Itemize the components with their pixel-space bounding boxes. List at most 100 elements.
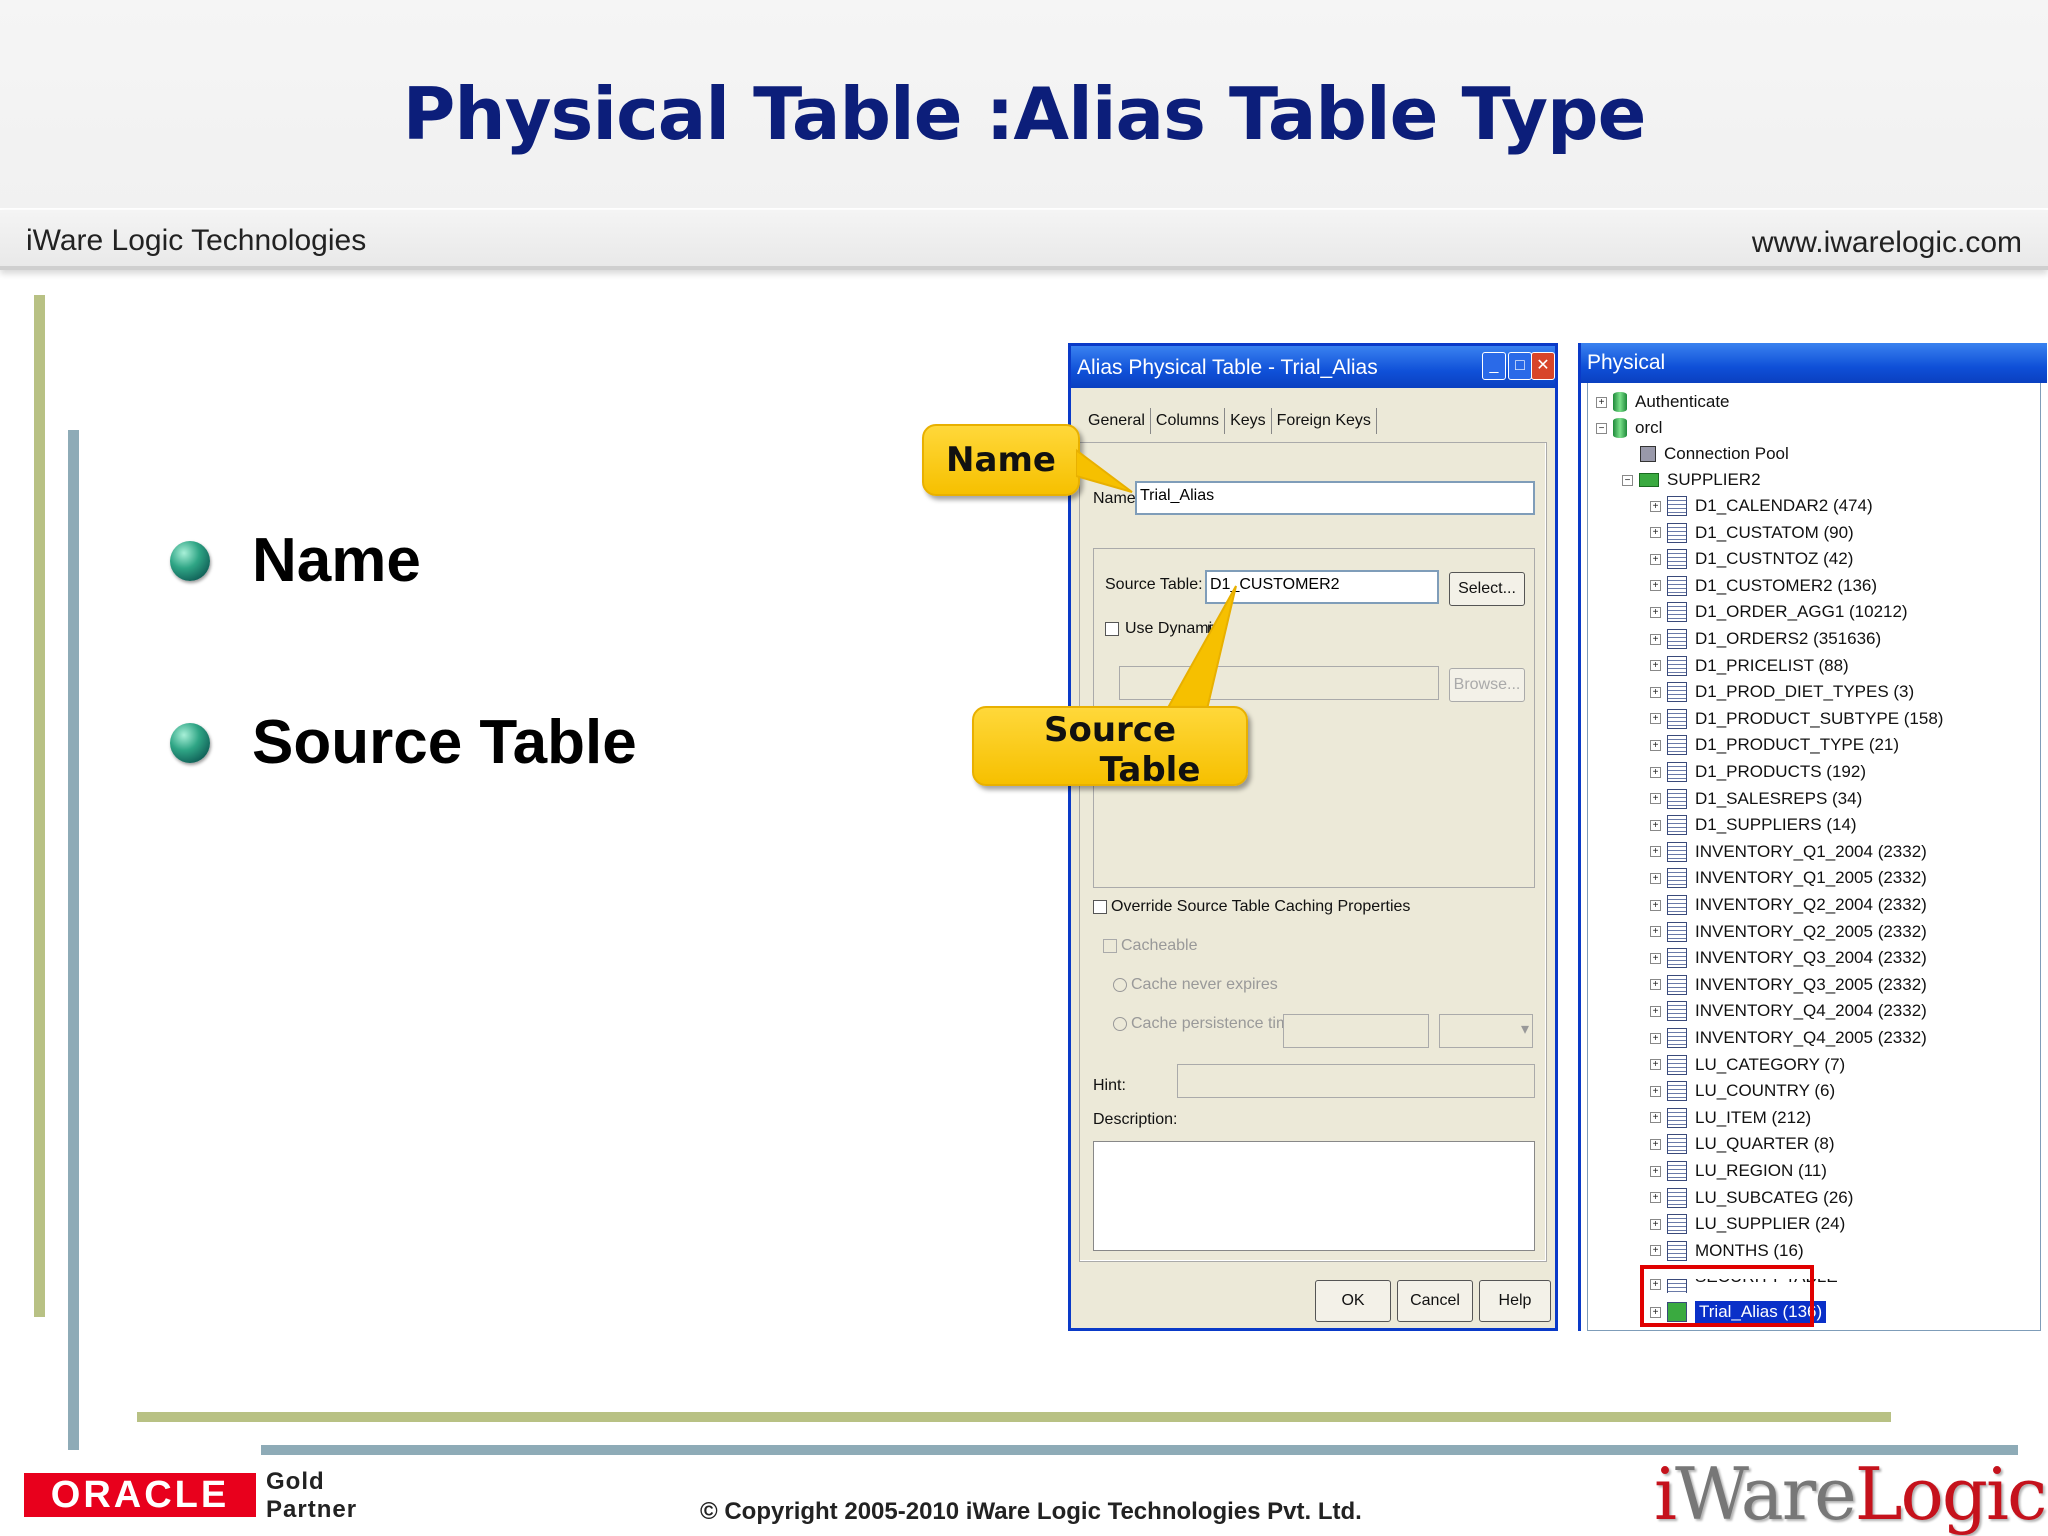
expand-icon[interactable]: + (1650, 793, 1661, 805)
tree-node-table[interactable]: + D1_CUSTOMER2 (136) (1650, 573, 1877, 599)
tree-node-table[interactable]: + D1_SUPPLIERS (14) (1650, 812, 1857, 838)
tree-node-table[interactable]: + INVENTORY_Q4_2004 (2332) (1650, 998, 1927, 1024)
tree-label: D1_CUSTATOM (90) (1695, 522, 1854, 542)
tree-label: orcl (1635, 418, 1663, 437)
tree-node-table[interactable]: + LU_CATEGORY (7) (1650, 1052, 1845, 1078)
tree-node-table[interactable]: + D1_CALENDAR2 (474) (1650, 493, 1873, 519)
tree-view[interactable]: + Authenticate − orcl Connection Pool − … (1587, 383, 2041, 1331)
tree-label: INVENTORY_Q1_2005 (2332) (1695, 868, 1927, 888)
tree-node-table[interactable]: + INVENTORY_Q4_2005 (2332) (1650, 1025, 1927, 1051)
expand-icon[interactable]: + (1650, 1112, 1661, 1124)
description-textarea[interactable] (1093, 1141, 1535, 1251)
tree-node-authenticate[interactable]: + Authenticate (1596, 389, 1730, 415)
tree-node-table[interactable]: + MONTHS (16) (1650, 1238, 1804, 1264)
ok-button[interactable]: OK (1315, 1280, 1391, 1322)
select-button[interactable]: Select... (1449, 572, 1525, 606)
tab-keys[interactable]: Keys (1225, 408, 1272, 434)
expand-icon[interactable]: + (1596, 396, 1607, 408)
tree-node-table[interactable]: + D1_PRICELIST (88) (1650, 653, 1849, 679)
expand-icon[interactable]: + (1650, 606, 1661, 618)
cache-persist-radio (1113, 1017, 1127, 1031)
expand-icon[interactable]: + (1650, 553, 1661, 565)
tab-columns[interactable]: Columns (1151, 408, 1226, 434)
connection-pool-icon (1640, 446, 1656, 462)
tree-node-table[interactable]: + LU_REGION (11) (1650, 1158, 1827, 1184)
expand-icon[interactable]: + (1650, 952, 1661, 964)
tree-node-table[interactable]: + LU_COUNTRY (6) (1650, 1078, 1835, 1104)
expand-icon[interactable]: + (1650, 713, 1661, 725)
expand-icon[interactable]: + (1650, 899, 1661, 911)
table-icon (1667, 496, 1687, 516)
tab-foreign-keys[interactable]: Foreign Keys (1272, 408, 1377, 434)
expand-icon[interactable]: + (1650, 1165, 1661, 1177)
bullet-text: Name (252, 526, 421, 595)
tree-node-table[interactable]: + INVENTORY_Q2_2004 (2332) (1650, 892, 1927, 918)
table-icon (1667, 841, 1687, 862)
source-table-input[interactable]: D1_CUSTOMER2 (1205, 570, 1439, 604)
tree-node-table[interactable]: + D1_CUSTNTOZ (42) (1650, 546, 1853, 572)
tree-node-orcl[interactable]: − orcl (1596, 415, 1662, 441)
tree-node-table[interactable]: + D1_ORDERS2 (351636) (1650, 626, 1881, 652)
expand-icon[interactable]: + (1650, 846, 1661, 858)
override-caching-checkbox[interactable] (1093, 900, 1107, 914)
collapse-icon[interactable]: − (1622, 474, 1633, 486)
tree-node-connection-pool[interactable]: Connection Pool (1640, 441, 1789, 467)
expand-icon[interactable]: + (1650, 686, 1661, 698)
bullet-orb-icon (170, 540, 210, 581)
tab-general[interactable]: General (1083, 408, 1151, 434)
callout-name: Name (922, 424, 1080, 496)
expand-icon[interactable]: + (1650, 1138, 1661, 1150)
expand-icon[interactable]: + (1650, 1192, 1661, 1204)
tree-node-table[interactable]: + D1_PRODUCT_TYPE (21) (1650, 732, 1899, 758)
tree-node-table[interactable]: + D1_PRODUCT_SUBTYPE (158) (1650, 706, 1943, 732)
expand-icon[interactable]: + (1650, 500, 1661, 512)
expand-icon[interactable]: + (1650, 633, 1661, 645)
tree-node-table[interactable]: + INVENTORY_Q3_2005 (2332) (1650, 972, 1927, 998)
table-icon (1667, 788, 1687, 809)
expand-icon[interactable]: + (1650, 979, 1661, 991)
table-icon (1667, 1028, 1687, 1048)
expand-icon[interactable]: + (1650, 527, 1661, 539)
expand-icon[interactable]: + (1650, 926, 1661, 938)
cancel-button[interactable]: Cancel (1397, 1280, 1473, 1322)
expand-icon[interactable]: + (1650, 1059, 1661, 1071)
tree-node-table[interactable]: + INVENTORY_Q1_2005 (2332) (1650, 865, 1927, 891)
maximize-icon[interactable]: □ (1508, 352, 1532, 380)
use-dynamic-checkbox[interactable] (1105, 622, 1119, 636)
table-icon (1667, 815, 1687, 836)
help-button[interactable]: Help (1479, 1280, 1551, 1322)
expand-icon[interactable]: + (1650, 766, 1661, 778)
tree-node-table[interactable]: + INVENTORY_Q1_2004 (2332) (1650, 839, 1927, 865)
tree-node-table[interactable]: + D1_SALESREPS (34) (1650, 786, 1862, 812)
minimize-icon[interactable]: _ (1482, 352, 1506, 380)
name-input[interactable]: Trial_Alias (1135, 481, 1535, 515)
tree-label: LU_CATEGORY (7) (1695, 1054, 1846, 1074)
close-icon[interactable]: ✕ (1531, 352, 1555, 380)
expand-icon[interactable]: + (1650, 872, 1661, 884)
expand-icon[interactable]: + (1650, 1218, 1661, 1230)
tree-node-table[interactable]: + LU_SUBCATEG (26) (1650, 1185, 1853, 1211)
expand-icon[interactable]: + (1650, 739, 1661, 751)
expand-icon[interactable]: + (1650, 1005, 1661, 1017)
tree-node-table[interactable]: + INVENTORY_Q2_2005 (2332) (1650, 919, 1927, 945)
expand-icon[interactable]: + (1650, 1032, 1661, 1044)
tree-label: LU_REGION (11) (1695, 1161, 1827, 1180)
expand-icon[interactable]: + (1650, 1245, 1661, 1257)
tree-label: D1_PRODUCTS (192) (1695, 762, 1866, 781)
tree-node-table[interactable]: + LU_ITEM (212) (1650, 1105, 1811, 1131)
table-icon (1667, 868, 1687, 889)
expand-icon[interactable]: + (1650, 819, 1661, 831)
expand-icon[interactable]: + (1650, 660, 1661, 672)
tree-node-table[interactable]: + INVENTORY_Q3_2004 (2332) (1650, 945, 1927, 971)
hint-input[interactable] (1177, 1064, 1535, 1098)
tree-node-table[interactable]: + D1_PRODUCTS (192) (1650, 759, 1866, 785)
expand-icon[interactable]: + (1650, 580, 1661, 592)
tree-node-schema[interactable]: − SUPPLIER2 (1622, 467, 1761, 493)
collapse-icon[interactable]: − (1596, 422, 1607, 434)
expand-icon[interactable]: + (1650, 1085, 1661, 1097)
tree-node-table[interactable]: + D1_PROD_DIET_TYPES (3) (1650, 679, 1914, 705)
tree-node-table[interactable]: + D1_CUSTATOM (90) (1650, 520, 1854, 546)
tree-node-table[interactable]: + D1_ORDER_AGG1 (10212) (1650, 599, 1908, 625)
tree-node-table[interactable]: + LU_SUPPLIER (24) (1650, 1211, 1845, 1237)
tree-node-table[interactable]: + LU_QUARTER (8) (1650, 1131, 1835, 1157)
